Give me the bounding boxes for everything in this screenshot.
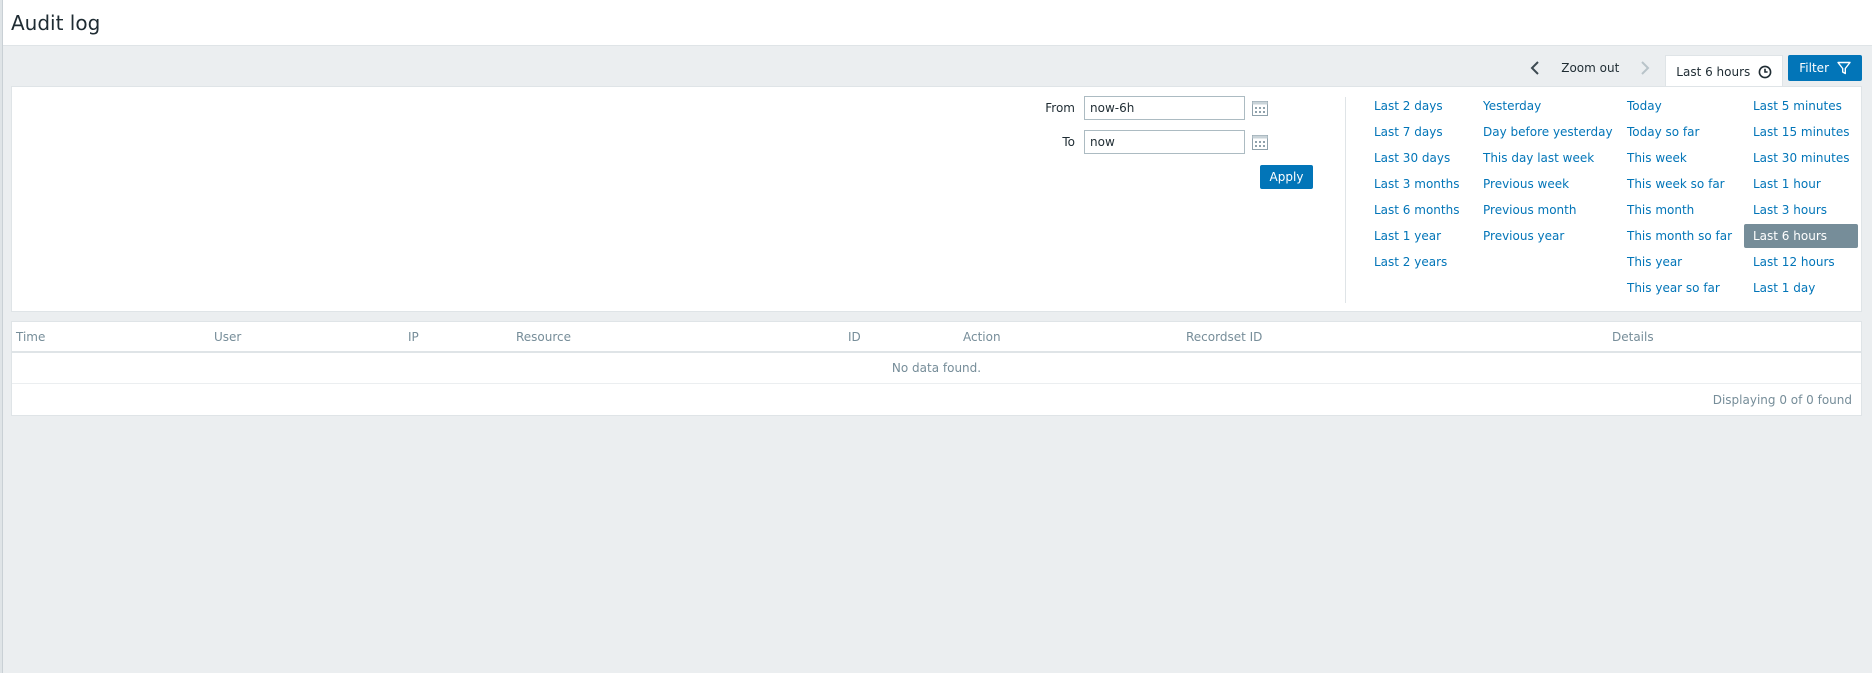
column-header-details: Details	[1612, 330, 1654, 344]
quick-range-link[interactable]: Last 3 hours	[1744, 197, 1858, 223]
time-controls: Zoom out Last 6 hours Filter	[1521, 55, 1862, 87]
from-label: From	[1045, 101, 1075, 115]
calendar-icon	[1252, 100, 1268, 116]
quick-ranges-col-1: Last 2 days Last 7 days Last 30 days Las…	[1374, 93, 1468, 275]
filter-button-label: Filter	[1799, 61, 1829, 75]
quick-range-link[interactable]: Today so far	[1618, 119, 1741, 145]
quick-range-link[interactable]: Previous week	[1474, 171, 1622, 197]
column-header-id: ID	[848, 330, 861, 344]
quick-range-link[interactable]: Previous month	[1474, 197, 1622, 223]
to-calendar-button[interactable]	[1251, 133, 1269, 151]
filter-panel: From To Apply Last 2 days Last 7 days La…	[11, 86, 1862, 312]
quick-range-link[interactable]: This month so far	[1618, 223, 1741, 249]
quick-range-link[interactable]: Last 5 minutes	[1744, 93, 1858, 119]
apply-button[interactable]: Apply	[1260, 165, 1313, 189]
quick-range-link[interactable]: Today	[1618, 93, 1741, 119]
quick-range-link[interactable]: Last 2 years	[1365, 249, 1468, 275]
zoom-out-button[interactable]: Zoom out	[1549, 55, 1631, 81]
quick-range-link-selected[interactable]: Last 6 hours	[1744, 224, 1859, 248]
column-header-action: Action	[963, 330, 1001, 344]
quick-range-link[interactable]: Last 15 minutes	[1744, 119, 1858, 145]
divider	[1345, 97, 1346, 303]
quick-range-link[interactable]: Last 1 day	[1744, 275, 1858, 301]
from-row: From	[1035, 96, 1269, 120]
quick-range-link[interactable]: Last 30 days	[1365, 145, 1468, 171]
quick-range-link[interactable]: Last 1 hour	[1744, 171, 1858, 197]
filter-icon	[1837, 61, 1851, 75]
quick-range-link[interactable]: Last 3 months	[1365, 171, 1468, 197]
column-header-user: User	[214, 330, 242, 344]
time-period-label: Last 6 hours	[1676, 64, 1751, 79]
column-header-ip: IP	[408, 330, 419, 344]
column-header-time: Time	[16, 330, 46, 344]
quick-range-link[interactable]: Last 2 days	[1365, 93, 1468, 119]
quick-range-link[interactable]: Previous year	[1474, 223, 1622, 249]
quick-range-link[interactable]: Last 1 year	[1365, 223, 1468, 249]
quick-ranges-col-4: Last 5 minutes Last 15 minutes Last 30 m…	[1744, 93, 1859, 301]
quick-range-link[interactable]: This year so far	[1618, 275, 1741, 301]
quick-range-link[interactable]: This week so far	[1618, 171, 1741, 197]
previous-period-button[interactable]	[1521, 55, 1549, 81]
tab-time-period[interactable]: Last 6 hours	[1665, 55, 1784, 87]
column-header-resource: Resource	[516, 330, 572, 344]
clock-icon	[1758, 65, 1772, 78]
to-input[interactable]	[1084, 130, 1245, 154]
page-title: Audit log	[11, 11, 101, 35]
next-period-button[interactable]	[1631, 55, 1659, 81]
calendar-icon	[1252, 134, 1268, 150]
quick-range-link[interactable]: Last 12 hours	[1744, 249, 1858, 275]
quick-range-link[interactable]: This day last week	[1474, 145, 1622, 171]
to-row: To	[1035, 130, 1269, 154]
quick-ranges-col-3: Today Today so far This week This week s…	[1627, 93, 1741, 301]
column-header-recordset-id: Recordset ID	[1186, 330, 1263, 344]
quick-ranges-col-2: Yesterday Day before yesterday This day …	[1483, 93, 1622, 249]
from-input[interactable]	[1084, 96, 1245, 120]
filter-button[interactable]: Filter	[1788, 55, 1862, 81]
left-rail	[0, 0, 3, 673]
quick-range-link[interactable]: Last 7 days	[1365, 119, 1468, 145]
quick-range-link[interactable]: This week	[1618, 145, 1741, 171]
quick-range-link[interactable]: This year	[1618, 249, 1741, 275]
quick-range-link[interactable]: Last 30 minutes	[1744, 145, 1858, 171]
quick-range-link[interactable]: This month	[1618, 197, 1741, 223]
table-header: Time User IP Resource ID Action Recordse…	[12, 322, 1861, 353]
quick-range-link[interactable]: Yesterday	[1474, 93, 1622, 119]
chevron-left-icon	[1530, 61, 1539, 75]
from-calendar-button[interactable]	[1251, 99, 1269, 117]
quick-range-link[interactable]: Last 6 months	[1365, 197, 1468, 223]
table-footer-count: Displaying 0 of 0 found	[1712, 393, 1852, 407]
audit-log-table: Time User IP Resource ID Action Recordse…	[11, 321, 1862, 416]
quick-range-link[interactable]: Day before yesterday	[1474, 119, 1622, 145]
page-header: Audit log	[3, 0, 1872, 46]
empty-message: No data found.	[12, 353, 1861, 384]
chevron-right-icon	[1641, 61, 1650, 75]
to-label: To	[1062, 135, 1075, 149]
